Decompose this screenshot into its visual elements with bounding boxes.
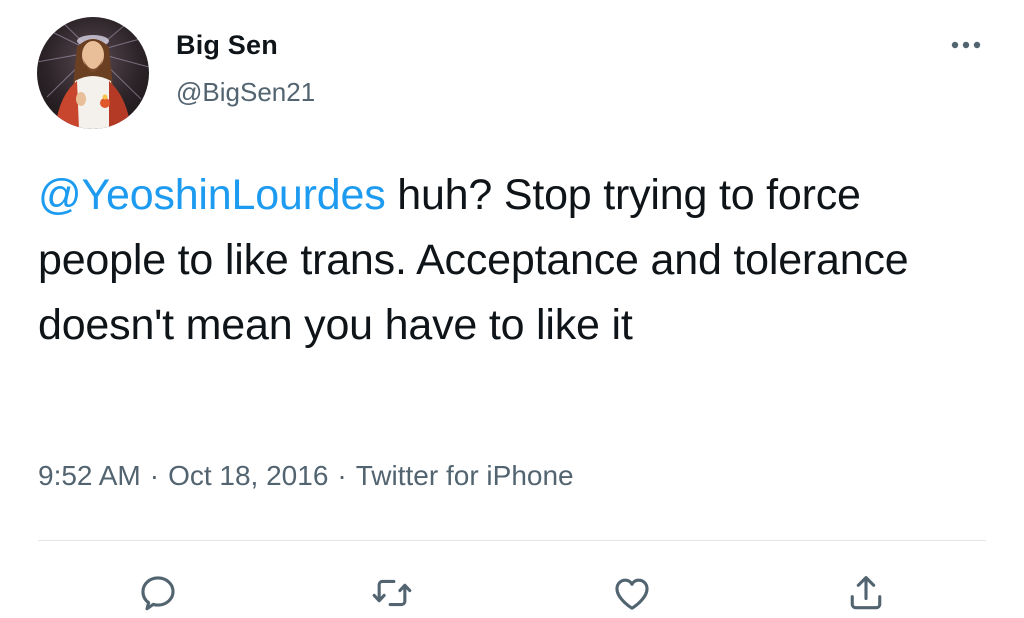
tweet-meta: 9:52 AM · Oct 18, 2016 · Twitter for iPhone bbox=[38, 460, 574, 492]
share-button[interactable] bbox=[841, 568, 891, 618]
retweet-button[interactable] bbox=[367, 568, 417, 618]
avatar[interactable] bbox=[37, 17, 149, 129]
meta-separator: · bbox=[337, 460, 347, 491]
tweet-time[interactable]: 9:52 AM bbox=[38, 460, 141, 491]
divider bbox=[38, 540, 986, 541]
more-icon bbox=[951, 41, 981, 49]
reply-icon bbox=[141, 576, 175, 611]
tweet-date[interactable]: Oct 18, 2016 bbox=[168, 460, 328, 491]
reply-button[interactable] bbox=[133, 568, 183, 618]
tweet-text: @YeoshinLourdes huh? Stop trying to forc… bbox=[38, 163, 998, 358]
tweet-source[interactable]: Twitter for iPhone bbox=[356, 460, 574, 491]
author-handle[interactable]: @BigSen21 bbox=[176, 77, 315, 108]
mention-link[interactable]: @YeoshinLourdes bbox=[38, 171, 386, 219]
author-display-name[interactable]: Big Sen bbox=[176, 30, 278, 61]
avatar-portrait-image bbox=[37, 17, 149, 129]
like-button[interactable] bbox=[607, 568, 657, 618]
like-icon bbox=[615, 578, 649, 610]
share-icon bbox=[850, 576, 882, 610]
retweet-icon bbox=[372, 579, 412, 607]
meta-separator: · bbox=[149, 460, 160, 491]
more-options-button[interactable] bbox=[944, 30, 988, 60]
